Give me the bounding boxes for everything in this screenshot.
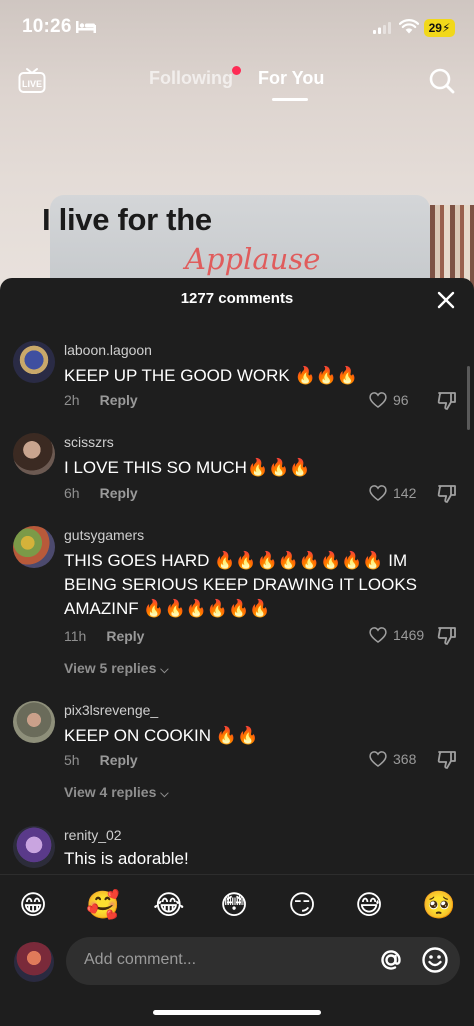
dislike-icon[interactable] bbox=[436, 749, 458, 771]
comment-meta: 5h Reply bbox=[64, 752, 138, 768]
comment-meta: 6h Reply bbox=[64, 485, 138, 501]
emoji-smirk[interactable]: 😏 bbox=[288, 889, 316, 921]
following-notification-dot bbox=[232, 66, 241, 75]
comment-username[interactable]: pix3lsrevenge_ bbox=[64, 702, 158, 718]
battery-level: 29 bbox=[428, 21, 442, 35]
comment-input-placeholder: Add comment... bbox=[84, 951, 197, 968]
cellular-signal-icon bbox=[373, 22, 391, 34]
chevron-down-icon: ⌵ bbox=[160, 788, 169, 800]
emoji-grin[interactable]: 😁 bbox=[19, 889, 47, 921]
view-replies-button[interactable]: View 5 replies ⌵ bbox=[64, 660, 169, 677]
emoji-picker-icon[interactable] bbox=[421, 946, 449, 974]
comments-header: 1277 comments bbox=[0, 278, 474, 320]
emoji-flushed[interactable]: 😳 bbox=[220, 889, 248, 921]
sleep-focus-icon bbox=[76, 21, 96, 33]
emoji-smiling-hearts[interactable]: 🥰 bbox=[86, 889, 120, 921]
like-button[interactable]: 1469 bbox=[368, 625, 428, 647]
comment-item: gutsygamers THIS GOES HARD 🔥🔥🔥🔥🔥🔥🔥🔥 IM B… bbox=[0, 525, 474, 685]
heart-icon bbox=[369, 392, 387, 409]
comment-item: pix3lsrevenge_ KEEP ON COOKIN 🔥🔥 5h Reply… bbox=[0, 700, 474, 810]
comment-time: 2h bbox=[64, 392, 80, 408]
comment-username[interactable]: renity_02 bbox=[64, 827, 122, 843]
reply-button[interactable]: Reply bbox=[100, 392, 138, 408]
chevron-down-icon: ⌵ bbox=[160, 664, 169, 676]
comment-count: 1277 comments bbox=[180, 290, 294, 307]
dislike-icon[interactable] bbox=[436, 625, 458, 647]
search-icon[interactable] bbox=[428, 67, 456, 95]
comment-item: scisszrs I LOVE THIS SO MUCH🔥🔥🔥 6h Reply … bbox=[0, 432, 474, 522]
comment-text: THIS GOES HARD 🔥🔥🔥🔥🔥🔥🔥🔥 IM BEING SERIOUS… bbox=[64, 551, 417, 618]
comment-text: KEEP UP THE GOOD WORK 🔥🔥🔥 bbox=[64, 366, 358, 385]
close-icon[interactable] bbox=[436, 290, 456, 310]
heart-icon bbox=[369, 485, 387, 502]
video-caption-script: Applause bbox=[185, 242, 321, 276]
view-replies-label: View 4 replies bbox=[64, 784, 157, 800]
avatar[interactable] bbox=[13, 526, 55, 568]
tab-for-you[interactable]: For You bbox=[258, 68, 324, 89]
active-tab-indicator bbox=[272, 98, 308, 101]
status-bar: 10:26 29⚡ bbox=[0, 0, 474, 56]
view-replies-button[interactable]: View 4 replies ⌵ bbox=[64, 784, 169, 801]
dislike-icon[interactable] bbox=[436, 390, 458, 412]
wifi-icon bbox=[399, 19, 419, 34]
status-time: 10:26 bbox=[22, 16, 72, 37]
mention-icon[interactable] bbox=[378, 947, 404, 973]
comment-meta: 11h Reply bbox=[64, 628, 144, 644]
emoji-bar: 😁 🥰 😂 😳 😏 😅 🥺 bbox=[0, 874, 474, 936]
comment-username[interactable]: laboon.lagoon bbox=[64, 342, 152, 358]
comment-time: 6h bbox=[64, 485, 80, 501]
avatar[interactable] bbox=[13, 341, 55, 383]
comment-time: 11h bbox=[64, 628, 87, 644]
video-caption-main: I live for the bbox=[42, 202, 212, 237]
dislike-icon[interactable] bbox=[436, 483, 458, 505]
home-indicator bbox=[153, 1010, 321, 1015]
emoji-sweat-smile[interactable]: 😅 bbox=[355, 889, 383, 921]
feed-tabs: Following For You bbox=[0, 66, 474, 108]
comment-time: 5h bbox=[64, 752, 80, 768]
comment-item: renity_02 This is adorable! bbox=[0, 825, 474, 875]
avatar[interactable] bbox=[13, 433, 55, 475]
comment-text: KEEP ON COOKIN 🔥🔥 bbox=[64, 726, 259, 745]
view-replies-label: View 5 replies bbox=[64, 660, 157, 676]
comment-text: I LOVE THIS SO MUCH🔥🔥🔥 bbox=[64, 458, 311, 477]
like-count: 96 bbox=[393, 392, 409, 408]
like-count: 142 bbox=[393, 485, 417, 501]
reply-button[interactable]: Reply bbox=[100, 485, 138, 501]
heart-icon bbox=[369, 751, 387, 768]
emoji-pleading[interactable]: 🥺 bbox=[422, 889, 456, 921]
heart-icon bbox=[369, 627, 387, 644]
reply-button[interactable]: Reply bbox=[100, 752, 138, 768]
tab-following[interactable]: Following bbox=[149, 68, 233, 89]
avatar[interactable] bbox=[13, 701, 55, 743]
like-button[interactable]: 368 bbox=[368, 749, 428, 771]
reply-button[interactable]: Reply bbox=[106, 628, 144, 644]
like-count: 1469 bbox=[393, 627, 425, 643]
comment-text: This is adorable! bbox=[64, 849, 189, 868]
comment-item: laboon.lagoon KEEP UP THE GOOD WORK 🔥🔥🔥 … bbox=[0, 340, 474, 430]
like-button[interactable]: 142 bbox=[368, 483, 428, 505]
comment-username[interactable]: gutsygamers bbox=[64, 527, 144, 543]
emoji-tears-of-joy[interactable]: 😂 bbox=[153, 889, 185, 921]
comment-username[interactable]: scisszrs bbox=[64, 434, 114, 450]
my-avatar[interactable] bbox=[14, 942, 54, 982]
like-count: 368 bbox=[393, 751, 417, 767]
battery-indicator: 29⚡ bbox=[424, 19, 455, 37]
avatar[interactable] bbox=[13, 826, 55, 868]
like-button[interactable]: 96 bbox=[368, 390, 428, 412]
comment-meta: 2h Reply bbox=[64, 392, 138, 408]
